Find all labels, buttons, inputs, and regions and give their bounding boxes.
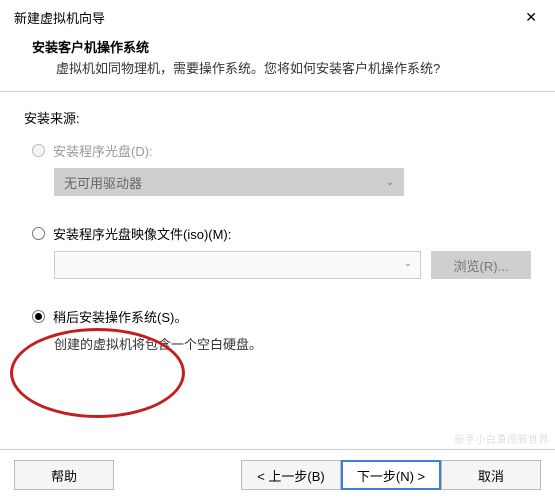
radio-installer-disc xyxy=(32,144,45,157)
radio-installer-disc-label: 安装程序光盘(D): xyxy=(53,141,153,160)
radio-install-later[interactable] xyxy=(32,310,45,323)
watermark-text: 新手小白勇闯新世界 xyxy=(455,431,550,446)
help-button[interactable]: 帮助 xyxy=(14,460,114,490)
next-button[interactable]: 下一步(N) > xyxy=(341,460,441,490)
close-icon[interactable]: ✕ xyxy=(521,9,541,26)
cancel-button[interactable]: 取消 xyxy=(441,460,541,490)
drive-select-text: 无可用驱动器 xyxy=(64,173,142,192)
chevron-down-icon: ⌄ xyxy=(386,177,394,188)
chevron-down-icon[interactable]: ⌄ xyxy=(404,258,412,269)
window-title: 新建虚拟机向导 xyxy=(14,8,105,27)
install-later-note: 创建的虚拟机将包含一个空白硬盘。 xyxy=(54,334,531,353)
radio-install-later-label: 稍后安装操作系统(S)。 xyxy=(53,307,187,326)
drive-select: 无可用驱动器 ⌄ xyxy=(54,168,404,196)
radio-iso-file-label: 安装程序光盘映像文件(iso)(M): xyxy=(53,224,231,243)
back-button[interactable]: < 上一步(B) xyxy=(241,460,341,490)
browse-button: 浏览(R)... xyxy=(431,251,531,279)
wizard-subheading: 虚拟机如同物理机，需要操作系统。您将如何安装客户机操作系统? xyxy=(32,58,531,77)
wizard-heading: 安装客户机操作系统 xyxy=(32,37,531,56)
radio-iso-file[interactable] xyxy=(32,227,45,240)
iso-path-input[interactable]: ⌄ xyxy=(54,251,421,279)
install-source-label: 安装来源: xyxy=(24,108,531,127)
